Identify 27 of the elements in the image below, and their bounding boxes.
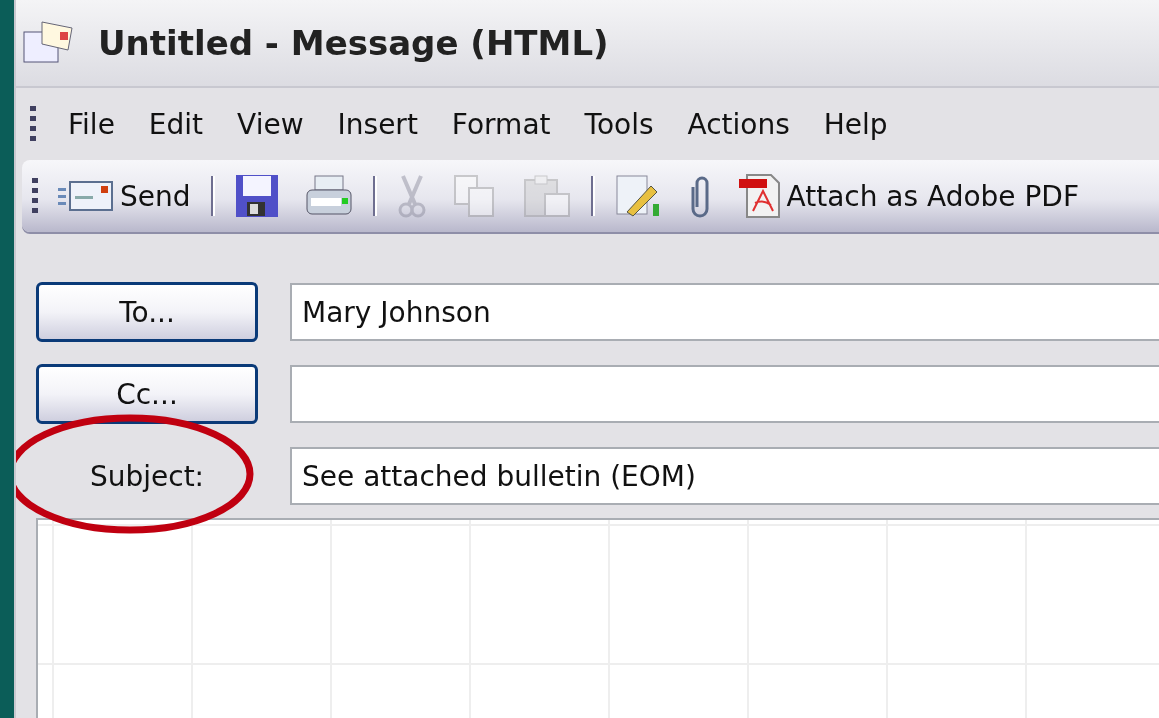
menu-item[interactable]: Tools bbox=[572, 103, 666, 145]
input-field[interactable]: Mary Johnson bbox=[290, 283, 1159, 341]
window-title: Untitled - Message (HTML) bbox=[98, 23, 609, 63]
printer-icon bbox=[304, 174, 353, 218]
save-icon bbox=[234, 174, 279, 218]
menu-item[interactable]: Actions bbox=[675, 103, 802, 145]
input-field[interactable]: See attached bulletin (EOM) bbox=[290, 447, 1159, 505]
envelope-icon bbox=[58, 180, 114, 212]
pdf-document-icon bbox=[738, 173, 781, 219]
address-button[interactable]: To... bbox=[36, 282, 258, 342]
clipboard-icon bbox=[522, 174, 571, 218]
menu-item[interactable]: View bbox=[225, 103, 316, 145]
document-pen-icon bbox=[614, 174, 661, 218]
toolbar-grip-icon[interactable] bbox=[32, 178, 38, 214]
menu-item[interactable]: File bbox=[56, 103, 127, 145]
menu-item[interactable]: Format bbox=[439, 103, 563, 145]
menu-grip-icon[interactable] bbox=[30, 106, 36, 142]
copy-icon bbox=[452, 174, 497, 218]
menu-item[interactable]: Insert bbox=[325, 103, 430, 145]
address-button[interactable]: Cc... bbox=[36, 364, 258, 424]
input-field[interactable] bbox=[290, 365, 1159, 423]
menu-item[interactable]: Help bbox=[811, 103, 900, 145]
scissors-icon bbox=[396, 174, 427, 218]
labeled-toolbar-button[interactable]: Attach as Adobe PDF bbox=[732, 169, 1085, 223]
field-label: Subject: bbox=[88, 459, 206, 493]
menu-item[interactable]: Edit bbox=[136, 103, 216, 145]
labeled-toolbar-button[interactable]: Send bbox=[52, 175, 197, 217]
